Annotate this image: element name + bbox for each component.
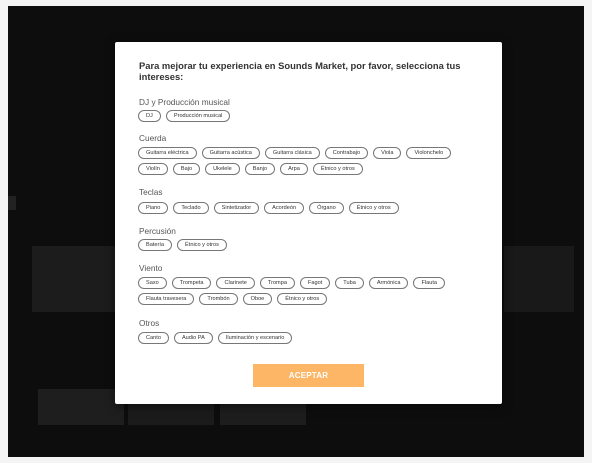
section-label-dj: DJ y Producción musical [139,97,230,107]
interest-chip[interactable]: Guitarra clásica [264,147,320,159]
interest-chip[interactable]: Arpa [280,163,308,175]
interest-chip[interactable]: Batería [138,239,173,251]
interest-chip[interactable]: Flauta travesera [138,293,195,305]
interest-chip[interactable]: Guitarra acústica [201,147,260,159]
interest-chip[interactable]: Piano [138,202,169,214]
interest-chip[interactable]: Trompeta [171,277,212,289]
interest-chip[interactable]: Étnico y otros [312,163,363,175]
interest-chip[interactable]: Clarinete [216,277,255,289]
interest-chip[interactable]: Violonchelo [406,147,452,159]
interest-chip[interactable]: Étnico y otros [348,202,399,214]
interest-chip[interactable]: Ukelele [205,163,240,175]
section-label-viento: Viento [139,263,163,273]
interest-chip[interactable]: Audio PA [173,332,213,344]
section-label-teclas: Teclas [139,187,163,197]
interest-chip[interactable]: Étnico y otros [277,293,328,305]
interest-chip[interactable]: Oboe [242,293,273,305]
interest-chip[interactable]: Guitarra eléctrica [138,147,197,159]
interest-chip[interactable]: Banjo [244,163,276,175]
interest-chip[interactable]: Acordeón [264,202,305,214]
interest-chip[interactable]: Teclado [173,202,209,214]
options-cuerda: Guitarra eléctrica Guitarra acústica Guita… [138,147,483,175]
section-label-cuerda: Cuerda [139,133,167,143]
accept-button[interactable]: ACEPTAR [253,364,364,387]
options-percusion: Batería Étnico y otros [138,239,483,251]
interest-chip[interactable]: Contrabajo [324,147,369,159]
section-label-otros: Otros [139,318,160,328]
interest-chip[interactable]: Trompa [259,277,295,289]
interests-dialog: Para mejorar tu experiencia en Sounds Ma… [115,42,502,404]
interest-chip[interactable]: Iluminación y escenario [217,332,293,344]
options-viento: Saxo Trompeta Clarinete Trompa Fagot Tuba Armó… [138,277,483,305]
interest-chip[interactable]: Órgano [309,202,344,214]
dialog-title: Para mejorar tu experiencia en Sounds Ma… [139,60,461,82]
interest-chip[interactable]: Violín [138,163,168,175]
interest-chip[interactable]: Viola [373,147,402,159]
interest-chip[interactable]: Saxo [138,277,167,289]
interest-chip[interactable]: Armónica [368,277,409,289]
options-teclas: Piano Teclado Sintetizador Acordeón Órgano Ét… [138,202,483,214]
section-label-percusion: Percusión [139,226,176,236]
interest-chip[interactable]: Fagot [299,277,331,289]
interest-chip[interactable]: Étnico y otros [177,239,227,251]
interest-chip[interactable]: Sintetizador [213,202,260,214]
interest-chip[interactable]: Flauta [413,277,445,289]
interest-chip[interactable]: Bajo [172,163,201,175]
options-dj: DJ Producción musical [138,110,483,122]
interest-chip[interactable]: Canto [138,332,169,344]
options-otros: Canto Audio PA Iluminación y escenario [138,332,483,344]
interest-chip[interactable]: Tuba [335,277,364,289]
interest-chip[interactable]: Producción musical [165,110,231,122]
interest-chip[interactable]: Trombón [199,293,238,305]
interest-chip[interactable]: DJ [138,110,161,122]
